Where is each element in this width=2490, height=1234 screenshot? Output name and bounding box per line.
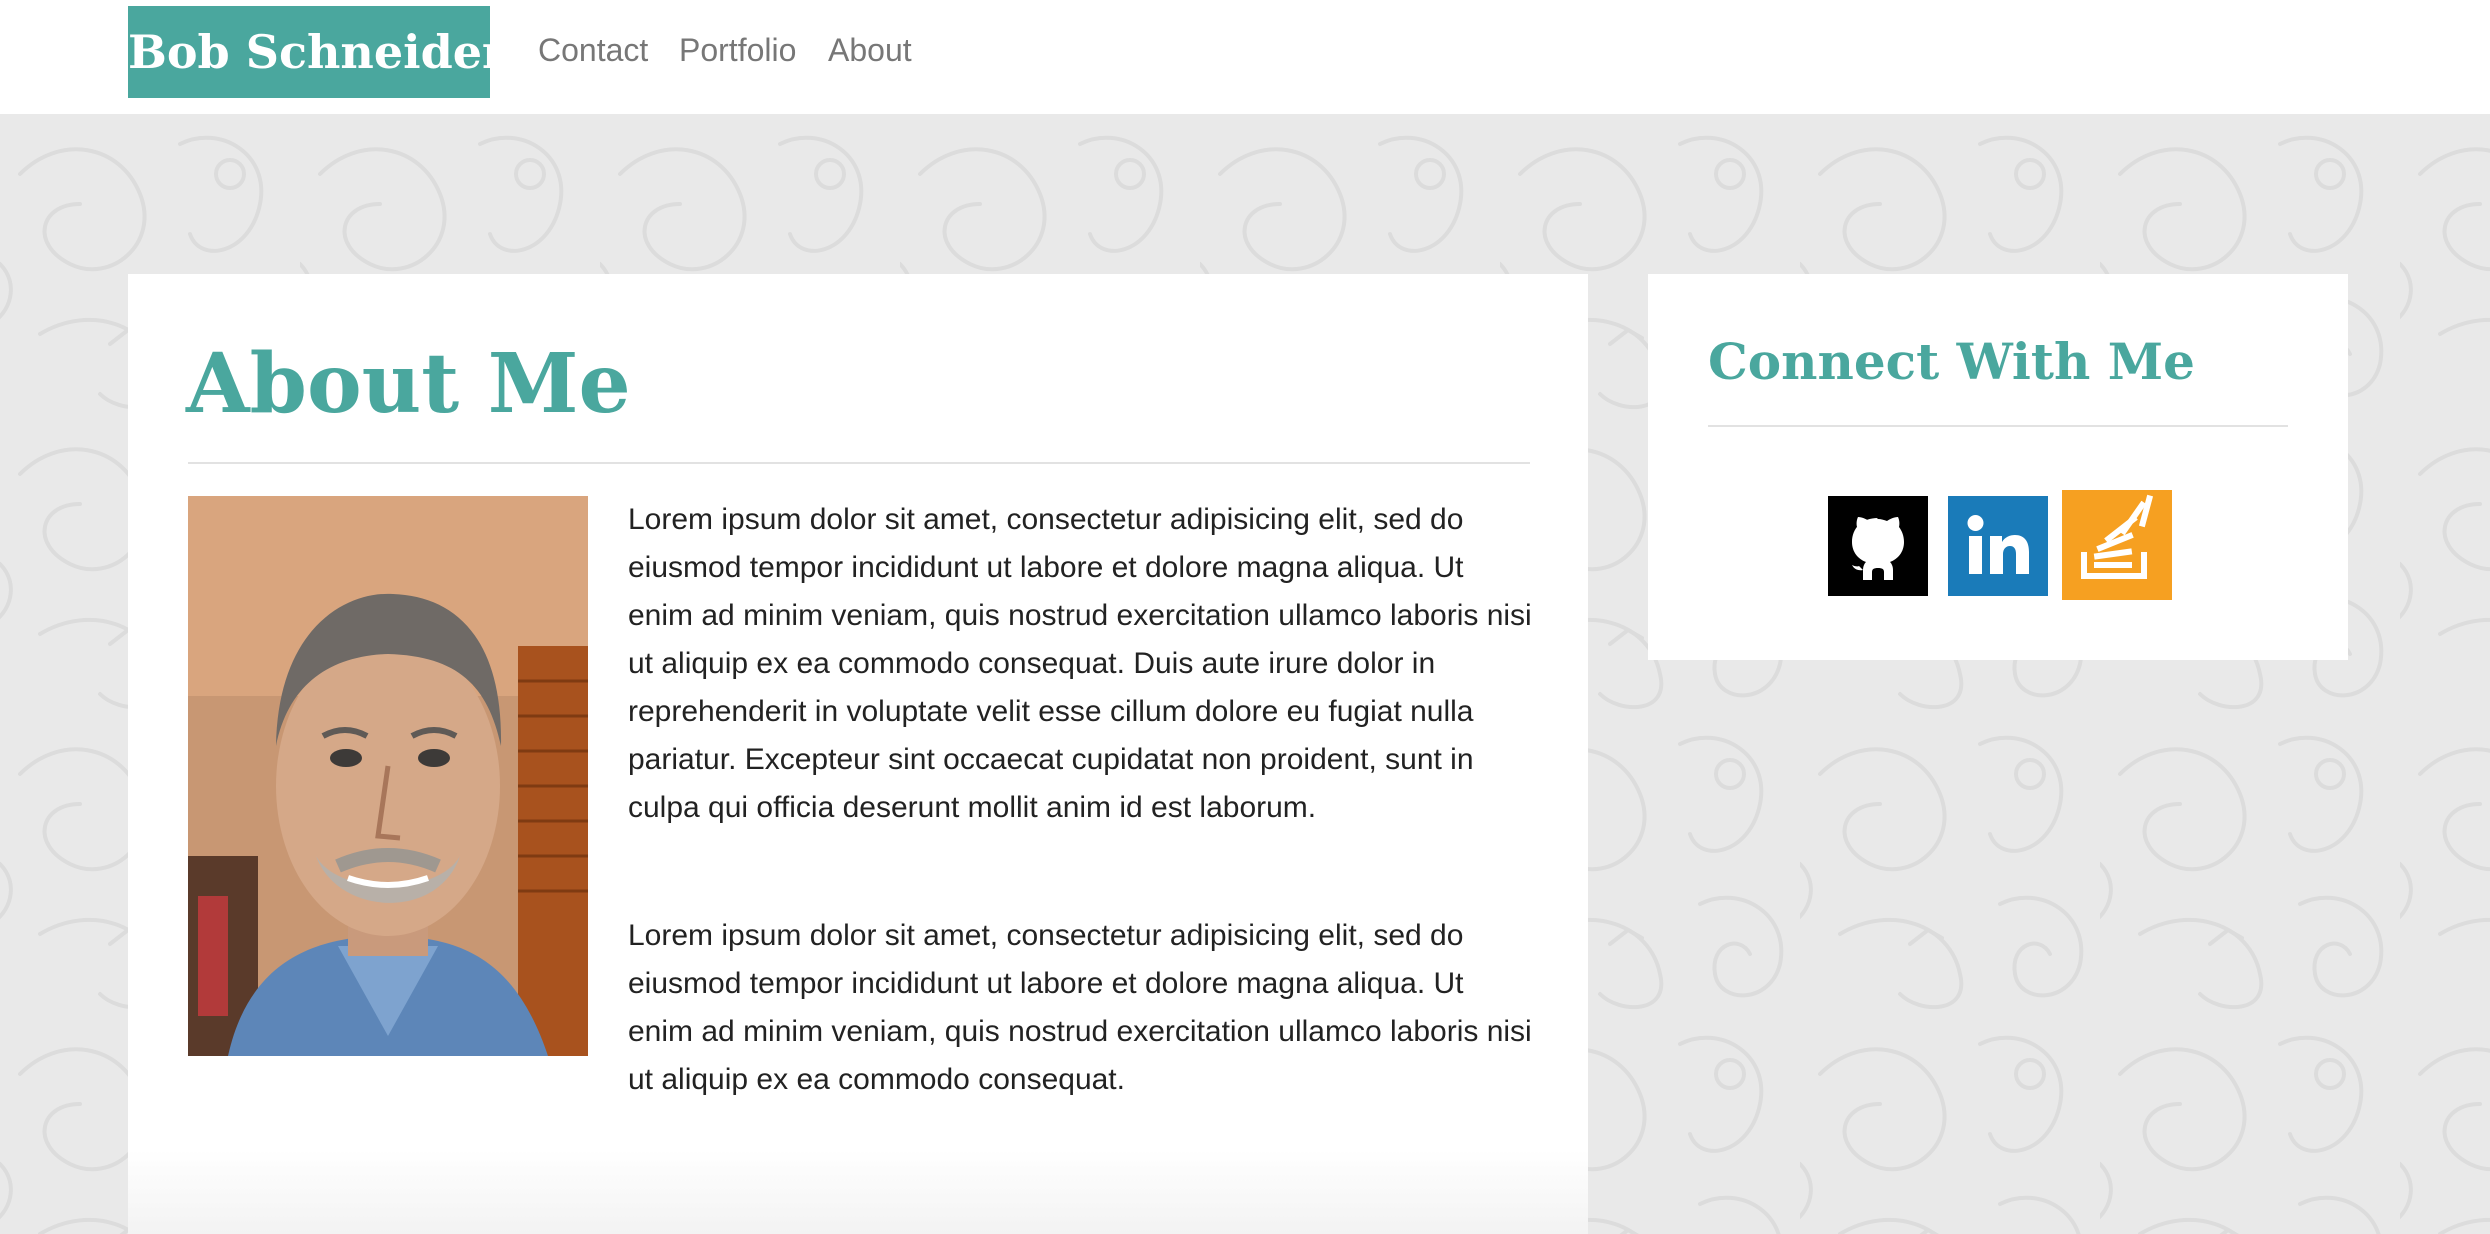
about-content: Lorem ipsum dolor sit amet, consectetur … [188, 496, 1532, 1184]
nav-link-contact[interactable]: Contact [538, 28, 648, 72]
page-title: About Me [186, 336, 631, 432]
card-bottom-fade [128, 1150, 1588, 1234]
profile-photo [188, 496, 588, 1056]
connect-title: Connect With Me [1708, 332, 2195, 391]
github-icon[interactable] [1828, 496, 1928, 596]
stackoverflow-icon[interactable] [2062, 490, 2172, 600]
connect-card: Connect With Me [1648, 274, 2348, 660]
nav-link-portfolio[interactable]: Portfolio [679, 28, 796, 72]
title-divider [188, 462, 1530, 464]
connect-divider [1708, 425, 2288, 427]
brand-logo-link[interactable]: Bob Schneider [128, 6, 490, 98]
about-card: About Me Lorem ipsum dolor sit amet, con… [128, 274, 1588, 1234]
linkedin-icon[interactable] [1948, 496, 2048, 596]
nav-link-about[interactable]: About [828, 28, 912, 72]
top-navbar: Bob Schneider Contact Portfolio About [0, 0, 2490, 114]
